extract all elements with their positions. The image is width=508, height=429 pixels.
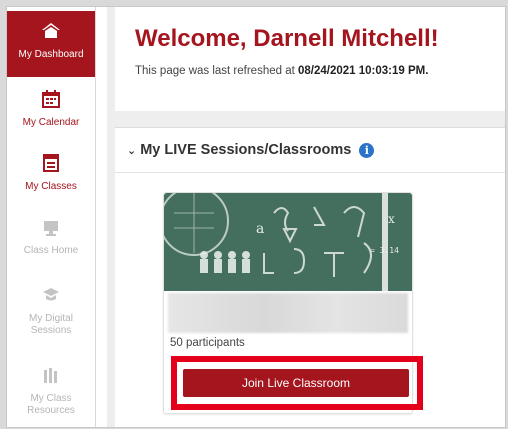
sidebar-item-label: My Calendar <box>22 117 80 128</box>
classroom-title-blurred <box>168 293 408 333</box>
sidebar-item-class-home[interactable]: Class Home <box>7 219 95 257</box>
svg-text:a: a <box>256 221 264 237</box>
sidebar-item-my-dashboard[interactable]: My Dashboard <box>7 11 95 77</box>
refresh-timestamp: 08/24/2021 10:03:19 PM. <box>298 65 429 77</box>
home-icon <box>7 21 95 45</box>
page-title: Welcome, Darnell Mitchell! <box>135 25 439 52</box>
main-content: Welcome, Darnell Mitchell! This page was… <box>107 7 505 427</box>
chevron-down-icon[interactable]: ⌄ <box>127 145 136 157</box>
sessions-header[interactable]: ⌄ My LIVE Sessions/Classrooms i <box>127 142 375 158</box>
sidebar-item-my-classes[interactable]: My Classes <box>7 153 95 193</box>
info-icon[interactable]: i <box>359 142 375 158</box>
sidebar-item-my-class-resources[interactable]: My Class Resources <box>7 367 95 417</box>
class-home-icon <box>7 219 95 241</box>
sidebar-item-my-digital-sessions[interactable]: My Digital Sessions <box>7 287 95 337</box>
join-live-classroom-button[interactable]: Join Live Classroom <box>183 369 409 397</box>
sidebar-item-label: My Digital Sessions <box>29 313 73 336</box>
refresh-status: This page was last refreshed at 08/24/20… <box>135 65 428 77</box>
live-sessions-panel: ⌄ My LIVE Sessions/Classrooms i = 3.14 a… <box>115 127 505 427</box>
participant-count: 50 participants <box>170 337 245 349</box>
sidebar-item-label: My Dashboard <box>18 49 84 60</box>
sessions-header-label: My LIVE Sessions/Classrooms <box>140 142 352 158</box>
classes-icon <box>7 153 95 177</box>
calendar-icon <box>7 89 95 113</box>
welcome-panel: Welcome, Darnell Mitchell! This page was… <box>115 7 505 111</box>
class-resources-icon <box>7 367 95 389</box>
refresh-prefix: This page was last refreshed at <box>135 65 298 77</box>
classroom-thumbnail: = 3.14 a x <box>164 193 412 291</box>
sidebar: My Dashboard My Calendar My Classes Clas… <box>7 7 96 427</box>
sidebar-item-label: Class Home <box>23 245 79 256</box>
divider <box>115 172 505 173</box>
sidebar-item-label: My Class Resources <box>27 393 75 416</box>
sidebar-item-my-calendar[interactable]: My Calendar <box>7 89 95 129</box>
app-window: My Dashboard My Calendar My Classes Clas… <box>6 6 506 428</box>
digital-sessions-icon <box>7 287 95 309</box>
sidebar-item-label: My Classes <box>25 181 77 192</box>
svg-text:x: x <box>388 212 395 226</box>
